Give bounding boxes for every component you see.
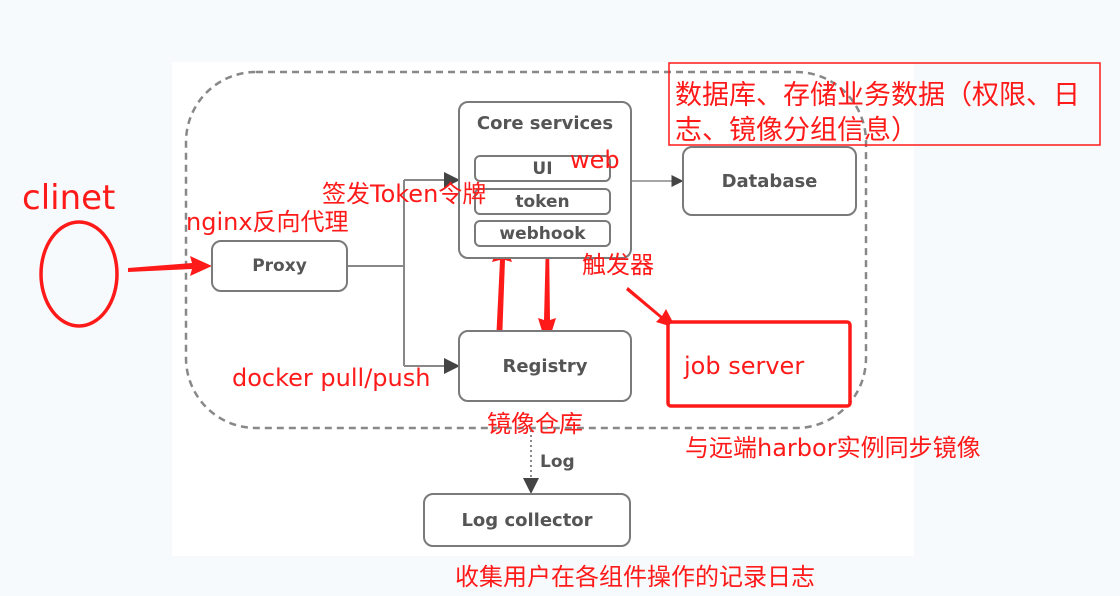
registry-label: Registry [502,355,588,377]
proxy-label: Proxy [252,256,307,276]
client-label: clinet [22,178,116,218]
log-edge-label: Log [540,452,575,472]
core-services-label: Core services [476,113,614,134]
token-issue-annotation: 签发Token令牌 [322,180,487,208]
database-note-line1: 数据库、存储业务数据（权限、日 [675,80,1080,111]
registry-cn-annotation: 镜像仓库 [487,410,583,438]
database-label: Database [721,170,818,192]
webhook-label: webhook [499,223,586,244]
client-circle [39,220,119,328]
log-collector-box[interactable]: Log collector [423,493,631,547]
job-server-label[interactable]: job server [684,352,804,380]
token-label: token [515,191,570,212]
client-to-proxy-arrow [128,256,212,276]
database-note-line2: 志、镜像分组信息） [675,115,918,146]
trigger-annotation: 触发器 [582,251,654,279]
registry-box[interactable]: Registry [458,330,632,402]
docker-annotation: docker pull/push [232,364,431,392]
webhook-box[interactable]: webhook [474,220,611,247]
proxy-box[interactable]: Proxy [211,240,348,292]
web-annotation: web [570,146,620,174]
log-note-annotation: 收集用户在各组件操作的记录日志 [455,563,815,591]
sync-annotation: 与远端harbor实例同步镜像 [685,434,981,462]
ui-label: UI [532,158,553,179]
log-collector-label: Log collector [461,509,593,531]
database-box[interactable]: Database [682,146,857,216]
token-box[interactable]: token [474,188,611,215]
